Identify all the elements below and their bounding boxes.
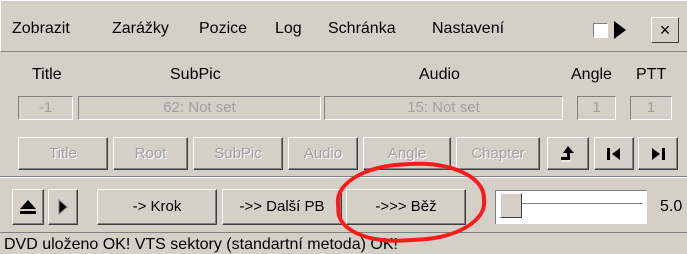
menu-schranka[interactable]: Schránka — [328, 20, 396, 38]
status-text: DVD uloženo OK! VTS sektory (standartní … — [4, 236, 398, 253]
close-button[interactable]: × — [651, 17, 679, 43]
ptt-field: 1 — [630, 96, 672, 120]
eject-button[interactable] — [12, 189, 44, 225]
menu-pozice[interactable]: Pozice — [199, 20, 247, 38]
slider-thumb[interactable] — [500, 193, 522, 218]
skip-forward-icon — [652, 148, 665, 160]
audio-field: 15: Not set — [324, 96, 563, 120]
panel-divider — [0, 176, 687, 178]
eject-icon — [20, 200, 36, 214]
step-button[interactable]: -> Krok — [97, 189, 217, 225]
prev-chapter-button[interactable] — [594, 137, 634, 170]
header-ptt: PTT — [636, 66, 667, 83]
up-button[interactable] — [547, 137, 589, 170]
menu-log[interactable]: Log — [275, 20, 302, 38]
subpic-field: 62: Not set — [78, 96, 321, 120]
next-chapter-button[interactable] — [638, 137, 678, 170]
header-title: Title — [32, 66, 62, 83]
header-angle: Angle — [571, 66, 612, 83]
header-audio: Audio — [419, 66, 460, 83]
play-icon — [58, 198, 68, 216]
menu-zarazky[interactable]: Zarážky — [112, 20, 169, 38]
subpic-button[interactable]: SubPic — [193, 137, 283, 170]
play-arrow-icon[interactable] — [614, 21, 626, 39]
angle-field: 1 — [577, 96, 616, 120]
up-return-icon — [561, 146, 574, 162]
menu-zobrazit[interactable]: Zobrazit — [12, 20, 70, 38]
zoom-value: 5.0 — [660, 198, 683, 215]
header-subpic: SubPic — [170, 66, 221, 83]
title-field: -1 — [18, 96, 73, 120]
next-pb-button[interactable]: ->> Další PB — [222, 189, 342, 225]
always-on-top-checkbox[interactable] — [593, 23, 608, 38]
skip-back-icon — [607, 148, 620, 160]
slider-groove — [505, 203, 643, 207]
root-button[interactable]: Root — [113, 137, 188, 170]
chapter-button[interactable]: Chapter — [456, 137, 540, 170]
menu-nastaveni[interactable]: Nastavení — [432, 20, 504, 38]
title-button[interactable]: Title — [18, 137, 108, 170]
play-button[interactable] — [48, 189, 78, 225]
audio-button[interactable]: Audio — [288, 137, 358, 170]
